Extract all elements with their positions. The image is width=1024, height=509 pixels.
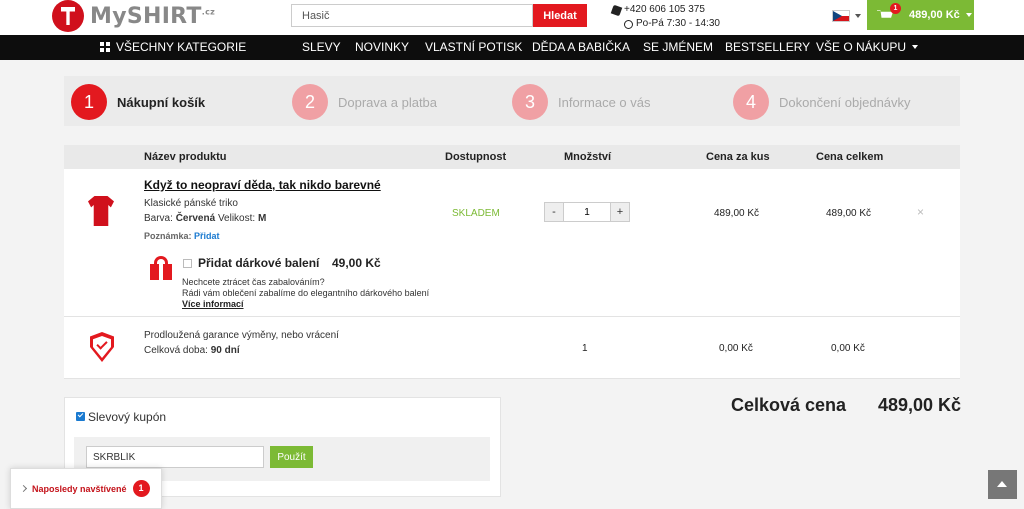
add-note-link[interactable]: Přidat: [194, 231, 220, 241]
top-header: MySHIRT.cz Hledat +420 606 105 375 Po-Pá…: [0, 0, 1024, 35]
product-note: Poznámka: Přidat: [144, 231, 220, 241]
step-number: 1: [71, 84, 107, 120]
quantity-input[interactable]: [563, 203, 611, 221]
step-cart[interactable]: 1 Nákupní košík: [71, 84, 205, 120]
step-number: 2: [292, 84, 328, 120]
product-subtitle: Klasické pánské triko: [144, 198, 238, 209]
product-attributes: Barva: Červená Velikost: M: [144, 213, 267, 224]
coupon-checkbox[interactable]: [76, 412, 85, 421]
language-flag-cz-icon[interactable]: [832, 10, 850, 22]
unit-price: 489,00 Kč: [714, 208, 760, 219]
gift-wrap-price: 49,00 Kč: [332, 256, 381, 270]
phone-number[interactable]: +420 606 105 375: [624, 3, 705, 17]
header-availability: Dostupnost: [445, 151, 507, 163]
step-label: Doprava a platba: [338, 94, 438, 110]
gift-icon: [150, 256, 172, 280]
cart-button[interactable]: 489,00 Kč: [867, 0, 974, 30]
step-number: 3: [512, 84, 548, 120]
chevron-down-icon: [965, 13, 972, 17]
cart-count-badge: 1: [890, 3, 901, 14]
header-product: Název produktu: [144, 151, 227, 163]
gift-wrap-checkbox[interactable]: [183, 259, 192, 268]
order-total-label: Celková cena: [731, 395, 847, 415]
availability-status: SKLADEM: [452, 208, 500, 219]
gift-wrap-label[interactable]: Přidat dárkové balení: [198, 256, 319, 270]
step-label: Nákupní košík: [117, 94, 206, 110]
gift-description: Nechcete ztrácet čas zabalováním?: [182, 277, 325, 287]
chevron-down-icon: [912, 45, 919, 49]
nav-item-novinky[interactable]: NOVINKY: [355, 35, 409, 60]
coupon-input[interactable]: [86, 446, 264, 468]
warranty-title: Prodloužená garance výměny, nebo vrácení: [144, 330, 339, 341]
gift-description: Rádi vám oblečení zabalíme do elegantníh…: [182, 288, 430, 298]
header-total-price: Cena celkem: [816, 151, 884, 163]
header-quantity: Množství: [564, 151, 612, 163]
grid-icon: [100, 42, 110, 52]
nav-item-bestsellery[interactable]: BESTSELLERY: [725, 35, 810, 60]
order-total-value: 489,00 Kč: [878, 395, 962, 415]
nav-item-vlastni-potisk[interactable]: VLASTNÍ POTISK: [425, 35, 522, 60]
nav-item-vse-o-nakupu[interactable]: VŠE O NÁKUPU: [816, 35, 919, 60]
nav-item-slevy[interactable]: SLEVY: [302, 35, 341, 60]
warranty-unit-price: 0,00 Kč: [719, 343, 753, 354]
row-divider: [64, 316, 960, 317]
step-number: 4: [733, 84, 769, 120]
warranty-duration: Celková doba: 90 dní: [144, 345, 240, 356]
main-nav: VŠECHNY KATEGORIE SLEVY NOVINKY VLASTNÍ …: [0, 35, 1024, 60]
tshirt-icon[interactable]: [88, 196, 114, 226]
product-size: M: [257, 213, 267, 224]
cart-total: 489,00 Kč: [909, 9, 960, 21]
recently-viewed-label: Naposledy navštívené: [32, 483, 127, 494]
quantity-plus-button[interactable]: +: [611, 203, 629, 221]
step-info[interactable]: 3 Informace o vás: [512, 84, 651, 120]
nav-all-categories[interactable]: VŠECHNY KATEGORIE: [100, 35, 246, 60]
step-label: Dokončení objednávky: [779, 94, 911, 110]
contact-info: +420 606 105 375 Po-Pá 7:30 - 14:30: [610, 3, 720, 31]
cart-table-header: Název produktu Dostupnost Množství Cena …: [64, 145, 960, 169]
quantity-minus-button[interactable]: -: [545, 203, 563, 221]
total-price: 489,00 Kč: [826, 208, 872, 219]
step-shipping[interactable]: 2 Doprava a platba: [292, 84, 437, 120]
coupon-apply-button[interactable]: Použít: [270, 446, 313, 468]
remove-item-icon[interactable]: ×: [917, 205, 924, 219]
recently-viewed-count: 1: [132, 480, 150, 497]
step-finish[interactable]: 4 Dokončení objednávky: [733, 84, 911, 120]
gift-more-info-link[interactable]: Více informací: [182, 299, 244, 309]
step-label: Informace o vás: [558, 94, 651, 110]
checkout-steps: 1 Nákupní košík 2 Doprava a platba 3 Inf…: [64, 76, 960, 126]
logo[interactable]: MySHIRT.cz: [52, 0, 215, 32]
coupon-label[interactable]: Slevový kupón: [88, 410, 166, 424]
search-button[interactable]: Hledat: [533, 4, 587, 27]
product-name-link[interactable]: Když to neopraví děda, tak nikdo barevné: [144, 178, 381, 192]
logo-icon: [52, 0, 84, 32]
scroll-to-top-icon[interactable]: [988, 470, 1017, 499]
nav-item-deda-a-babicka[interactable]: DĚDA A BABIČKA: [532, 35, 630, 60]
cart-table: Když to neopraví děda, tak nikdo barevné…: [64, 169, 960, 379]
recently-viewed-panel[interactable]: Naposledy navštívené 1: [10, 468, 162, 509]
clock-icon: [624, 19, 633, 29]
language-caret-icon[interactable]: [855, 14, 861, 18]
quantity-stepper: - +: [544, 202, 630, 222]
nav-item-se-jmenem[interactable]: SE JMÉNEM: [643, 35, 713, 60]
product-color: Červená: [175, 213, 216, 224]
header-unit-price: Cena za kus: [706, 151, 770, 163]
logo-text: MySHIRT: [90, 3, 202, 29]
opening-hours: Po-Pá 7:30 - 14:30: [636, 18, 720, 29]
phone-icon: [610, 4, 623, 16]
chevron-right-icon: [19, 484, 28, 493]
warranty-quantity: 1: [582, 343, 588, 354]
search-input[interactable]: [291, 4, 533, 27]
logo-suffix: .cz: [201, 7, 216, 17]
warranty-total-price: 0,00 Kč: [831, 343, 865, 354]
row-divider: [64, 378, 960, 379]
